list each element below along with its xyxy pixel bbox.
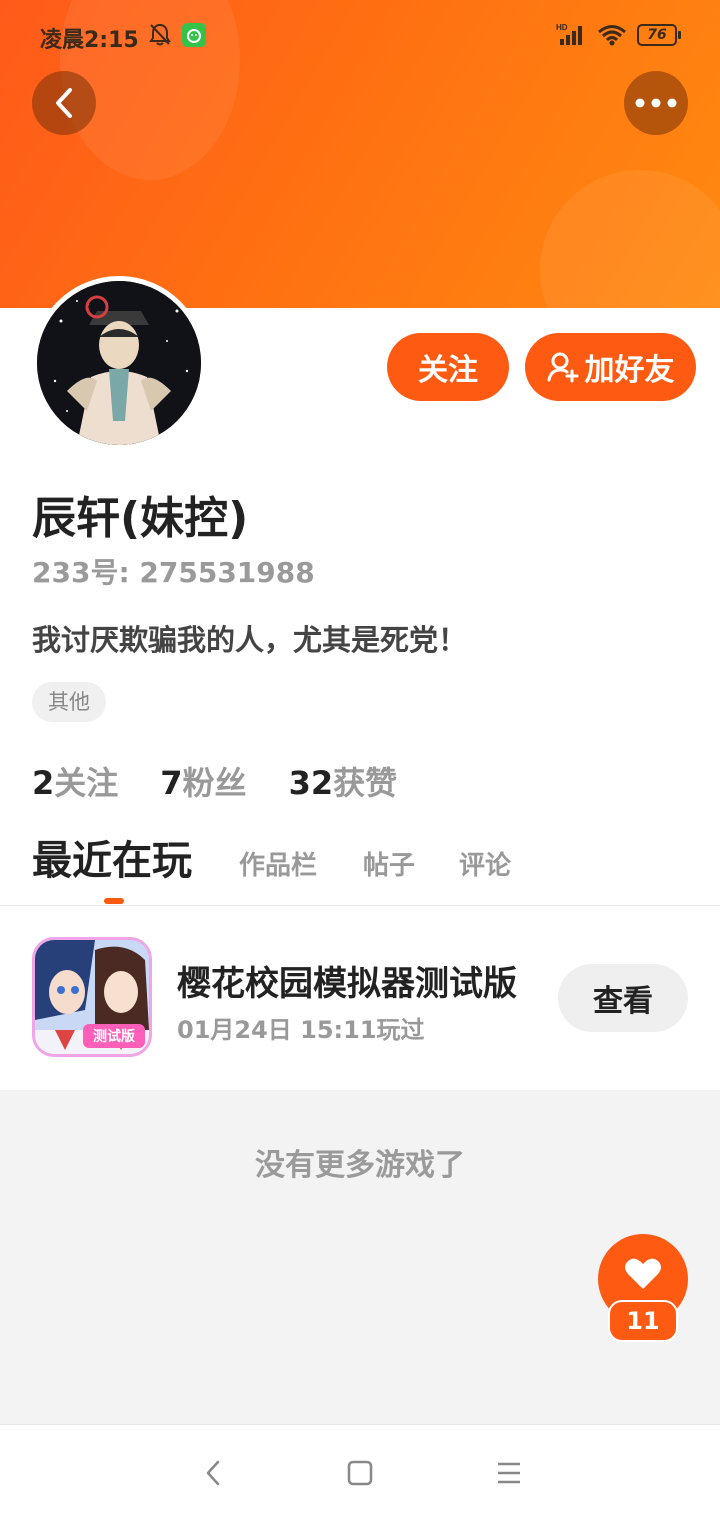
game-icon: 测试版 [32,937,152,1057]
stat-number: 2 [32,764,55,802]
stat-number: 32 [288,764,334,802]
stat-likes[interactable]: 32获赞 [289,758,398,804]
status-bar: 凌晨2:15 HD 76 [0,0,720,70]
add-friend-button[interactable]: 加好友 [525,333,696,401]
follow-button[interactable]: 关注 [387,333,509,401]
tab-recently-played[interactable]: 最近在玩 [32,828,192,886]
user-bio: 我讨厌欺骗我的人，尤其是死党！ [32,623,468,657]
add-friend-label: 加好友 [584,353,675,388]
stat-label: 粉丝 [182,764,247,802]
app-notification-icon [182,23,206,47]
more-horizontal-icon [635,98,677,108]
nav-back-button[interactable] [193,1453,233,1493]
like-count: 11 [608,1300,678,1342]
back-button[interactable] [32,71,96,135]
stat-label: 获赞 [333,764,398,802]
heart-icon [625,1258,661,1289]
nav-menu-icon [498,1462,520,1484]
tab-indicator [104,898,124,904]
profile-tabs: 最近在玩 作品栏 帖子 评论 [0,836,720,906]
stat-label: 关注 [54,764,119,802]
stat-following[interactable]: 2关注 [32,758,118,804]
list-item[interactable]: 测试版 樱花校园模拟器测试版 01月24日 15:11玩过 查看 [0,906,720,1090]
nav-back-icon [206,1460,220,1486]
user-tag[interactable]: 其他 [32,682,106,722]
avatar-image [37,281,201,445]
username: 辰轩(妹控) [32,493,249,544]
tab-posts[interactable]: 帖子 [363,845,415,882]
system-navigation-bar [0,1424,720,1520]
view-game-button[interactable]: 查看 [558,964,688,1032]
bell-muted-icon [149,23,171,46]
nav-home-icon [347,1460,373,1486]
status-time: 凌晨2:15 [40,28,139,53]
stat-followers[interactable]: 7粉丝 [160,758,246,804]
game-played-time: 01月24日 15:11玩过 [177,1016,425,1044]
battery-level: 76 [637,24,677,46]
svg-text:测试版: 测试版 [93,1028,135,1045]
signal-icon: HD [556,23,582,45]
svg-text:HD: HD [556,23,568,32]
user-id: 233号: 275531988 [32,556,315,589]
battery-icon: 76 [637,24,683,46]
wifi-icon [598,25,626,46]
avatar[interactable] [32,276,206,450]
banner-decoration [540,170,720,308]
nav-menu-button[interactable] [489,1453,529,1493]
chevron-left-icon [56,88,72,118]
profile-stats: 2关注 7粉丝 32获赞 [32,758,397,804]
nav-home-button[interactable] [340,1453,380,1493]
add-user-icon [547,352,578,383]
tab-works[interactable]: 作品栏 [239,845,317,882]
no-more-games-text: 没有更多游戏了 [255,1148,465,1183]
tab-comments[interactable]: 评论 [459,845,511,882]
stat-number: 7 [160,764,183,802]
game-title: 樱花校园模拟器测试版 [177,964,517,1004]
more-options-button[interactable] [624,71,688,135]
